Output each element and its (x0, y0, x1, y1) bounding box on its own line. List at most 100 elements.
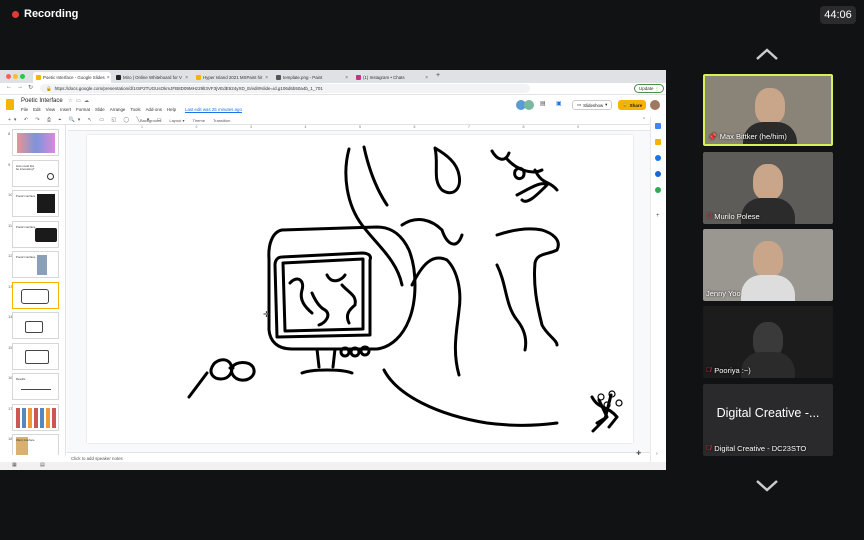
thumbnail-text: How could this be interesting? (16, 163, 35, 171)
ruler-tick: 3 (250, 125, 252, 129)
menu-item-view[interactable]: View (46, 107, 55, 112)
slide-thumbnail[interactable]: How could this be interesting? (12, 159, 59, 187)
menu-item-slide[interactable]: Slide (95, 107, 105, 112)
slide-thumbnail[interactable]: Poetic interface (12, 251, 59, 278)
screen-knob-3 (359, 345, 371, 357)
document-title[interactable]: Poetic Interface (21, 98, 63, 104)
new-tab-icon[interactable]: + (436, 72, 440, 79)
tab-favicon-icon (276, 75, 281, 80)
slide-thumbnail[interactable]: Results (12, 373, 59, 400)
browser-tab[interactable]: Poetic Interface - Google Slides × (33, 72, 111, 83)
participant-video-face (753, 241, 783, 277)
filmstrip-view-icon[interactable]: ▤ (40, 462, 45, 468)
url-field[interactable]: 🔒 https://docs.google.com/presentation/d/… (40, 84, 530, 93)
scroll-down-chevron-icon[interactable] (755, 479, 779, 493)
slide-thumbnail[interactable] (12, 342, 59, 370)
slideshow-label: Slideshow (583, 102, 604, 108)
keep-icon[interactable] (655, 139, 661, 145)
ruler-tick: 1 (141, 125, 143, 129)
browser-tab[interactable]: Miro | Online Whiteboard for V × (113, 72, 191, 83)
thumbnail-text: Wavy Interface (16, 438, 35, 442)
maps-icon[interactable] (655, 187, 661, 193)
explore-icon[interactable]: ✚ (636, 450, 641, 457)
close-window-icon[interactable] (6, 74, 11, 79)
reload-icon[interactable]: ↻ (28, 84, 33, 91)
menu-item-addons[interactable]: Add-ons (146, 107, 162, 112)
mic-muted-icon: 🎙̸ (706, 213, 712, 220)
speaker-notes-placeholder: Click to add speaker notes (71, 456, 123, 461)
slideshow-button[interactable]: ▭ Slideshow ▾ (572, 100, 613, 110)
participant-tile[interactable]: Digital Creative -... 🎙̸ Digital Creative … (703, 384, 833, 456)
menu-item-edit[interactable]: Edit (33, 107, 41, 112)
back-icon[interactable]: ← (6, 84, 12, 90)
browser-tab[interactable]: Hyper Island 2021 MSPaint hit × (193, 72, 271, 83)
slide-thumbnail[interactable]: Poetic interface (12, 190, 59, 217)
tab-label: Miro | Online Whiteboard for V (123, 75, 182, 80)
menu-item-arrange[interactable]: Arrange (110, 107, 126, 112)
maximize-window-icon[interactable] (20, 74, 25, 79)
close-tab-icon[interactable]: × (265, 75, 268, 81)
slide-thumbnail[interactable]: Wavy Interface (12, 434, 59, 455)
participant-tile[interactable]: Jenny Yoo (703, 229, 833, 301)
editing-toolbar: +▾ ↶ ↷ ⎙ ⌖ 🔍▾ ↖ ▭ ◱ ◯ ╲ ▾ ▭ Background La… (0, 117, 666, 125)
slide-thumbnail[interactable] (12, 129, 59, 156)
participant-name-label: 🎙̸ Digital Creative - DC23STO (706, 444, 806, 453)
last-edit-link[interactable]: Last edit was 25 minutes ago (185, 107, 242, 112)
expand-panel-icon[interactable]: › (656, 451, 658, 457)
close-tab-icon[interactable]: × (107, 75, 110, 81)
shared-screen-browser: Poetic Interface - Google Slides × Miro | … (0, 70, 666, 470)
star-icon[interactable]: ☆ (68, 98, 72, 104)
lock-icon: 🔒 (46, 85, 52, 91)
update-label: Update (639, 86, 654, 91)
move-folder-icon[interactable]: ▭ (76, 98, 81, 104)
slide-thumbnail[interactable]: Poetic interface (12, 220, 59, 248)
tab-label: Poetic Interface - Google Slides (43, 75, 105, 80)
account-avatar[interactable] (650, 100, 660, 110)
close-tab-icon[interactable]: × (345, 75, 348, 81)
menu-item-tools[interactable]: Tools (130, 107, 140, 112)
scroll-up-chevron-icon[interactable] (755, 47, 779, 61)
minimize-window-icon[interactable] (13, 74, 18, 79)
ruler-tick: 8 (522, 125, 525, 129)
browser-tab[interactable]: template.png - Paint × (273, 72, 351, 83)
participant-tile[interactable]: 🎙̸ Murilo Polese (703, 152, 833, 224)
menu-item-help[interactable]: Help (167, 107, 176, 112)
share-label: Share (629, 102, 643, 108)
comment-icon[interactable]: ▤ (540, 100, 546, 107)
participant-tile-text: Digital Creative -... (716, 406, 820, 420)
grid-view-icon[interactable]: ▦ (12, 462, 17, 468)
slide-thumbnail[interactable] (12, 312, 59, 339)
update-button[interactable]: Update ⋮ (634, 84, 665, 93)
contacts-icon[interactable] (655, 171, 661, 177)
share-button[interactable]: 🔒 Share (618, 100, 647, 110)
toolbar-button[interactable]: Layout ▾ (169, 118, 184, 123)
browser-tab[interactable]: (1) Instagram • Chats × (353, 72, 431, 83)
mic-muted-icon: 🎙̸ (706, 367, 712, 374)
participant-tile[interactable]: 🎙̸ Pooriya :~) (703, 306, 833, 378)
tasks-icon[interactable] (655, 155, 661, 161)
close-tab-icon[interactable]: × (425, 75, 428, 81)
participant-tile[interactable]: 📌 Max Bittker (he/him) (703, 74, 833, 146)
collaborator-avatar-2[interactable] (524, 100, 534, 110)
toolbar-button[interactable]: Background (140, 118, 161, 123)
current-slide[interactable]: ✛ (87, 135, 633, 443)
add-addon-icon[interactable]: + (656, 213, 660, 219)
calendar-icon[interactable] (655, 123, 661, 129)
meet-icon[interactable]: ▣ (556, 100, 562, 107)
participant-name-label: 🎙̸ Pooriya :~) (706, 366, 751, 375)
menu-item-format[interactable]: Format (76, 107, 90, 112)
slides-logo-icon[interactable] (6, 99, 14, 110)
menu-item-insert[interactable]: Insert (60, 107, 71, 112)
toolbar-button[interactable]: Transition (213, 118, 230, 123)
menu-item-file[interactable]: File (21, 107, 28, 112)
participant-name: Max Bittker (he/him) (719, 132, 787, 141)
forward-icon[interactable]: → (17, 84, 23, 90)
close-tab-icon[interactable]: × (185, 75, 188, 81)
thumbnail-text: Poetic interface (16, 194, 36, 198)
speaker-notes[interactable]: Click to add speaker notes (67, 452, 650, 462)
toolbar-button[interactable]: Theme (193, 118, 205, 123)
flower-3 (615, 399, 623, 407)
collapse-toolbar-icon[interactable]: ⌃ (642, 117, 646, 123)
slide-thumbnail[interactable] (12, 281, 59, 309)
slide-thumbnail[interactable] (12, 403, 59, 431)
